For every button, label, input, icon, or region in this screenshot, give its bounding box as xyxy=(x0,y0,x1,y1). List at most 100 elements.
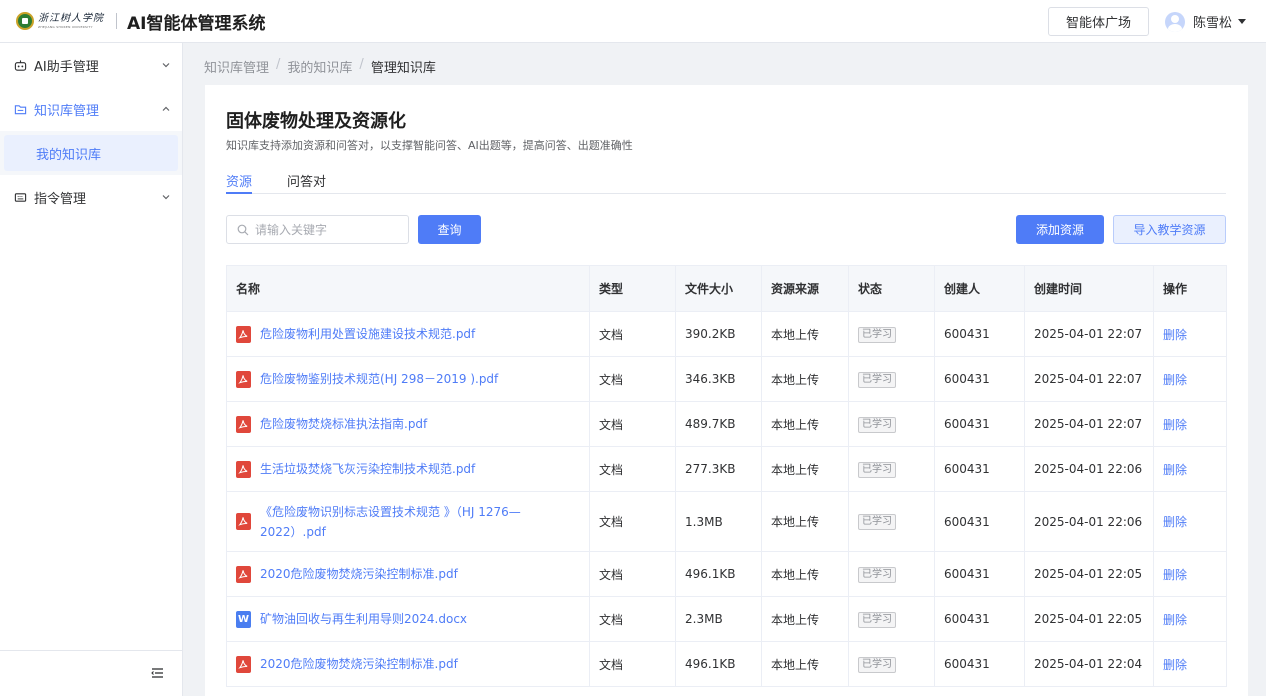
menu-collapse-icon[interactable] xyxy=(151,667,164,679)
name-cell: 《危险废物识别标志设置技术规范 》（HJ 1276—2022）.pdf xyxy=(226,491,590,552)
header-divider xyxy=(116,13,117,29)
word-file-icon: W xyxy=(236,610,251,628)
status-cell: 已学习 xyxy=(848,596,935,642)
status-cell: 已学习 xyxy=(848,491,935,552)
active-tab-indicator xyxy=(226,192,252,194)
file-name-link[interactable]: 《危险废物识别标志设置技术规范 》（HJ 1276—2022）.pdf xyxy=(260,502,580,542)
type-cell: 文档 xyxy=(589,596,676,642)
delete-link[interactable]: 删除 xyxy=(1163,515,1187,529)
size-cell: 496.1KB xyxy=(675,641,762,687)
type-cell: 文档 xyxy=(589,311,676,357)
logo-english-name: ZHEJIANG SHUREN UNIVERSITY xyxy=(38,24,93,29)
status-badge: 已学习 xyxy=(858,566,896,583)
type-cell: 文档 xyxy=(589,491,676,552)
source-cell: 本地上传 xyxy=(761,491,849,552)
table-row: 《危险废物识别标志设置技术规范 》（HJ 1276—2022）.pdf 文档 1.3… xyxy=(226,491,1227,552)
import-teaching-resource-button[interactable]: 导入教学资源 xyxy=(1113,215,1226,244)
tab-qa-pairs[interactable]: 问答对 xyxy=(287,171,326,190)
creator-cell: 600431 xyxy=(934,401,1025,447)
created-time-cell: 2025-04-01 22:07 xyxy=(1024,311,1154,357)
sidebar-item-knowledge-base[interactable]: 知识库管理 xyxy=(0,87,182,131)
status-cell: 已学习 xyxy=(848,551,935,597)
delete-link[interactable]: 删除 xyxy=(1163,328,1187,342)
sidebar-item-instructions[interactable]: 指令管理 xyxy=(0,175,182,219)
size-cell: 390.2KB xyxy=(675,311,762,357)
column-header: 文件大小 xyxy=(675,265,762,312)
status-badge: 已学习 xyxy=(858,416,896,433)
file-name-link[interactable]: 危险废物鉴别技术规范(HJ 298－2019 ).pdf xyxy=(260,369,498,389)
status-badge: 已学习 xyxy=(858,656,896,673)
table-row: 2020危险废物焚烧污染控制标准.pdf 文档 496.1KB 本地上传 已学习 6004… xyxy=(226,641,1227,687)
sidebar: AI助手管理 知识库管理 我的知识库 指令管理 xyxy=(0,43,183,696)
creator-cell: 600431 xyxy=(934,491,1025,552)
operation-cell: 删除 xyxy=(1153,491,1227,552)
table-row: 危险废物鉴别技术规范(HJ 298－2019 ).pdf 文档 346.3KB 本地上… xyxy=(226,356,1227,402)
type-cell: 文档 xyxy=(589,446,676,492)
main-card: 固体废物处理及资源化 知识库支持添加资源和问答对，以支撑智能问答、AI出题等，提… xyxy=(205,85,1248,696)
delete-link[interactable]: 删除 xyxy=(1163,658,1187,672)
status-cell: 已学习 xyxy=(848,356,935,402)
created-time-cell: 2025-04-01 22:07 xyxy=(1024,356,1154,402)
agent-plaza-button[interactable]: 智能体广场 xyxy=(1047,7,1149,36)
type-cell: 文档 xyxy=(589,356,676,402)
breadcrumb-item-current: 管理知识库 xyxy=(370,61,436,76)
source-cell: 本地上传 xyxy=(761,401,849,447)
table-row: W 矿物油回收与再生利用导则2024.docx 文档 2.3MB 本地上传 已学习 6004… xyxy=(226,596,1227,642)
pdf-file-icon xyxy=(236,415,251,433)
tab-resources[interactable]: 资源 xyxy=(226,171,252,190)
keyboard-icon xyxy=(14,191,27,204)
logo-chinese-name: 浙江树人学院 xyxy=(38,12,104,24)
operation-cell: 删除 xyxy=(1153,356,1227,402)
breadcrumb-item-kb-management[interactable]: 知识库管理 xyxy=(204,57,269,76)
delete-link[interactable]: 删除 xyxy=(1163,373,1187,387)
query-button[interactable]: 查询 xyxy=(418,215,481,244)
search-icon xyxy=(237,224,249,235)
status-badge: 已学习 xyxy=(858,326,896,343)
file-name-link[interactable]: 危险废物焚烧标准执法指南.pdf xyxy=(260,414,427,434)
name-cell: 2020危险废物焚烧污染控制标准.pdf xyxy=(226,641,590,687)
type-cell: 文档 xyxy=(589,641,676,687)
add-resource-button[interactable]: 添加资源 xyxy=(1016,215,1104,244)
file-name-link[interactable]: 矿物油回收与再生利用导则2024.docx xyxy=(260,609,467,629)
table-header-row: 名称 类型 文件大小 资源来源 状态 创建人 创建时间 操作 xyxy=(226,265,1227,312)
file-name-link[interactable]: 生活垃圾焚烧飞灰污染控制技术规范.pdf xyxy=(260,459,475,479)
chevron-down-icon xyxy=(162,195,170,200)
column-header: 资源来源 xyxy=(761,265,849,312)
size-cell: 346.3KB xyxy=(675,356,762,402)
table-row: 生活垃圾焚烧飞灰污染控制技术规范.pdf 文档 277.3KB 本地上传 已学习 6004… xyxy=(226,446,1227,492)
delete-link[interactable]: 删除 xyxy=(1163,418,1187,432)
chevron-down-icon xyxy=(162,63,170,68)
file-name-link[interactable]: 2020危险废物焚烧污染控制标准.pdf xyxy=(260,654,458,674)
breadcrumb: 知识库管理 / 我的知识库 / 管理知识库 xyxy=(204,57,436,76)
creator-cell: 600431 xyxy=(934,311,1025,357)
creator-cell: 600431 xyxy=(934,446,1025,492)
user-name: 陈雪松 xyxy=(1192,16,1232,31)
file-name-link[interactable]: 危险废物利用处置设施建设技术规范.pdf xyxy=(260,324,475,344)
source-cell: 本地上传 xyxy=(761,551,849,597)
type-cell: 文档 xyxy=(589,551,676,597)
delete-link[interactable]: 删除 xyxy=(1163,463,1187,477)
knowledge-base-submenu: 我的知识库 xyxy=(0,131,182,175)
source-cell: 本地上传 xyxy=(761,641,849,687)
file-name-link[interactable]: 2020危险废物焚烧污染控制标准.pdf xyxy=(260,564,458,584)
operation-cell: 删除 xyxy=(1153,551,1227,597)
sidebar-item-ai-assistant[interactable]: AI助手管理 xyxy=(0,43,182,87)
user-menu[interactable]: 陈雪松 xyxy=(1164,11,1246,32)
table-row: 危险废物焚烧标准执法指南.pdf 文档 489.7KB 本地上传 已学习 600431 20… xyxy=(226,401,1227,447)
column-header: 状态 xyxy=(848,265,935,312)
search-input[interactable] xyxy=(255,222,395,237)
pdf-file-icon xyxy=(236,513,251,530)
delete-link[interactable]: 删除 xyxy=(1163,613,1187,627)
delete-link[interactable]: 删除 xyxy=(1163,568,1187,582)
status-cell: 已学习 xyxy=(848,641,935,687)
column-header: 创建时间 xyxy=(1024,265,1154,312)
created-time-cell: 2025-04-01 22:05 xyxy=(1024,551,1154,597)
breadcrumb-item-my-kb[interactable]: 我的知识库 xyxy=(287,57,352,76)
column-header: 类型 xyxy=(589,265,676,312)
source-cell: 本地上传 xyxy=(761,596,849,642)
sidebar-item-my-knowledge-base[interactable]: 我的知识库 xyxy=(4,135,178,171)
creator-cell: 600431 xyxy=(934,596,1025,642)
size-cell: 277.3KB xyxy=(675,446,762,492)
search-field[interactable] xyxy=(226,215,409,244)
university-logo[interactable]: 浙江树人学院 ZHEJIANG SHUREN UNIVERSITY xyxy=(16,12,104,30)
